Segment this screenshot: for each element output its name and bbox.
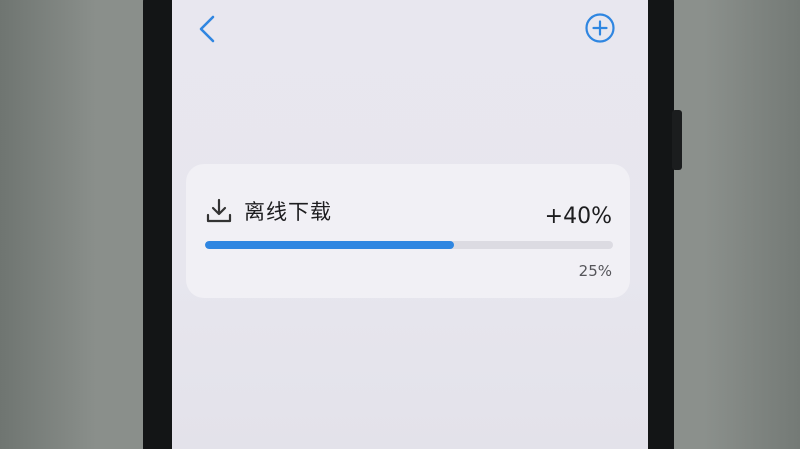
photo-scene: 离线下载 +40% 25%: [0, 0, 800, 449]
phone-screen: 离线下载 +40% 25%: [172, 0, 648, 449]
change-label: +40%: [544, 204, 612, 229]
offline-download-card[interactable]: 离线下载 +40% 25%: [186, 164, 630, 298]
plus-circle-icon[interactable]: [584, 12, 616, 44]
chevron-left-icon: [199, 15, 215, 43]
back-button[interactable]: [192, 12, 222, 46]
progress-fill: [205, 241, 454, 249]
progress-bar: [205, 241, 613, 249]
card-title: 离线下载: [244, 200, 332, 224]
phone-side-button: [672, 110, 682, 170]
progress-percent-label: 25%: [578, 262, 612, 280]
card-header: 离线下载: [206, 196, 332, 226]
download-icon: [206, 198, 232, 223]
